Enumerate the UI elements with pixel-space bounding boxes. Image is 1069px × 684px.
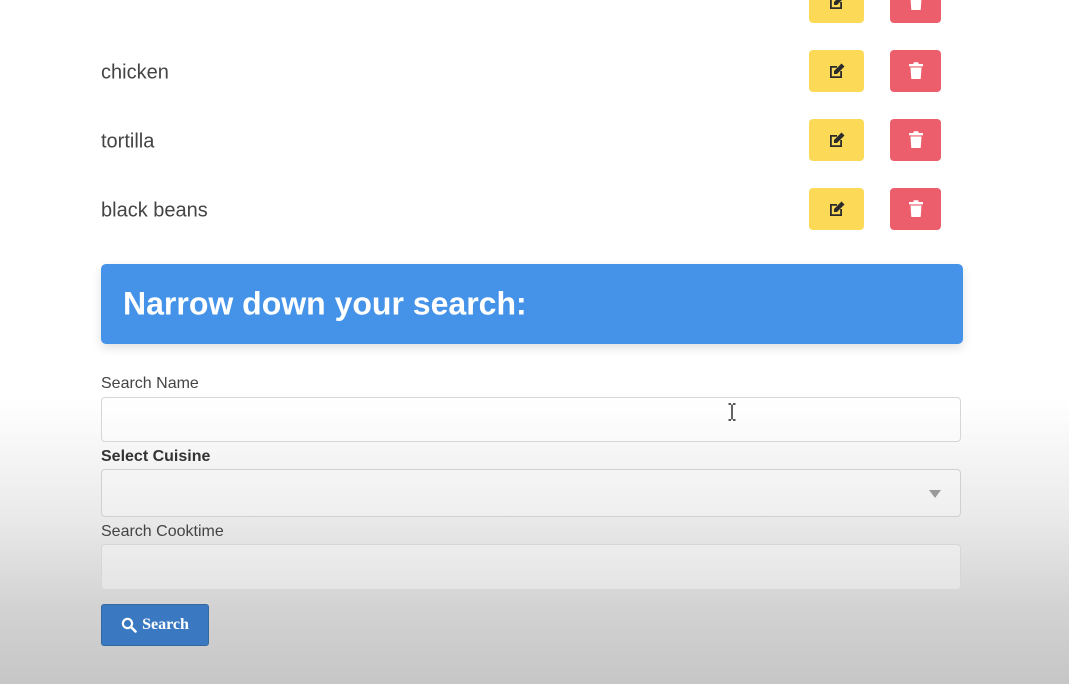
ingredient-name: black beans (101, 199, 208, 221)
list-item: tortilla (101, 107, 941, 176)
banner-title: Narrow down your search: (123, 285, 527, 322)
trash-icon (908, 131, 923, 148)
trash-icon (908, 200, 923, 217)
search-button[interactable]: Search (101, 604, 209, 646)
trash-icon (908, 62, 923, 79)
trash-icon (910, 0, 921, 10)
edit-icon (829, 63, 844, 78)
search-name-input[interactable] (101, 397, 961, 442)
delete-button[interactable] (890, 188, 941, 230)
search-cooktime-input[interactable] (101, 544, 961, 590)
chevron-down-icon (929, 490, 941, 498)
edit-icon (829, 132, 844, 147)
ingredient-name: tortilla (101, 130, 155, 152)
edit-button[interactable] (809, 0, 864, 23)
delete-button[interactable] (890, 0, 941, 23)
cuisine-select[interactable] (101, 469, 961, 517)
search-name-label: Search Name (101, 375, 199, 392)
search-icon (121, 617, 137, 633)
edit-icon (829, 201, 844, 216)
edit-button[interactable] (809, 119, 864, 161)
text-cursor-icon (728, 403, 736, 421)
ingredient-name: chicken (101, 61, 169, 83)
delete-button[interactable] (890, 50, 941, 92)
search-button-label: Search (142, 616, 189, 633)
edit-button[interactable] (809, 188, 864, 230)
select-cuisine-label: Select Cuisine (101, 448, 211, 465)
ingredient-list: chicken tortilla black beans (101, 0, 941, 245)
list-item (101, 0, 941, 38)
list-item: black beans (101, 176, 941, 245)
search-cooktime-label: Search Cooktime (101, 523, 224, 540)
search-banner: Narrow down your search: (101, 264, 963, 344)
delete-button[interactable] (890, 119, 941, 161)
edit-button[interactable] (809, 50, 864, 92)
edit-icon (829, 0, 842, 9)
list-item: chicken (101, 38, 941, 107)
